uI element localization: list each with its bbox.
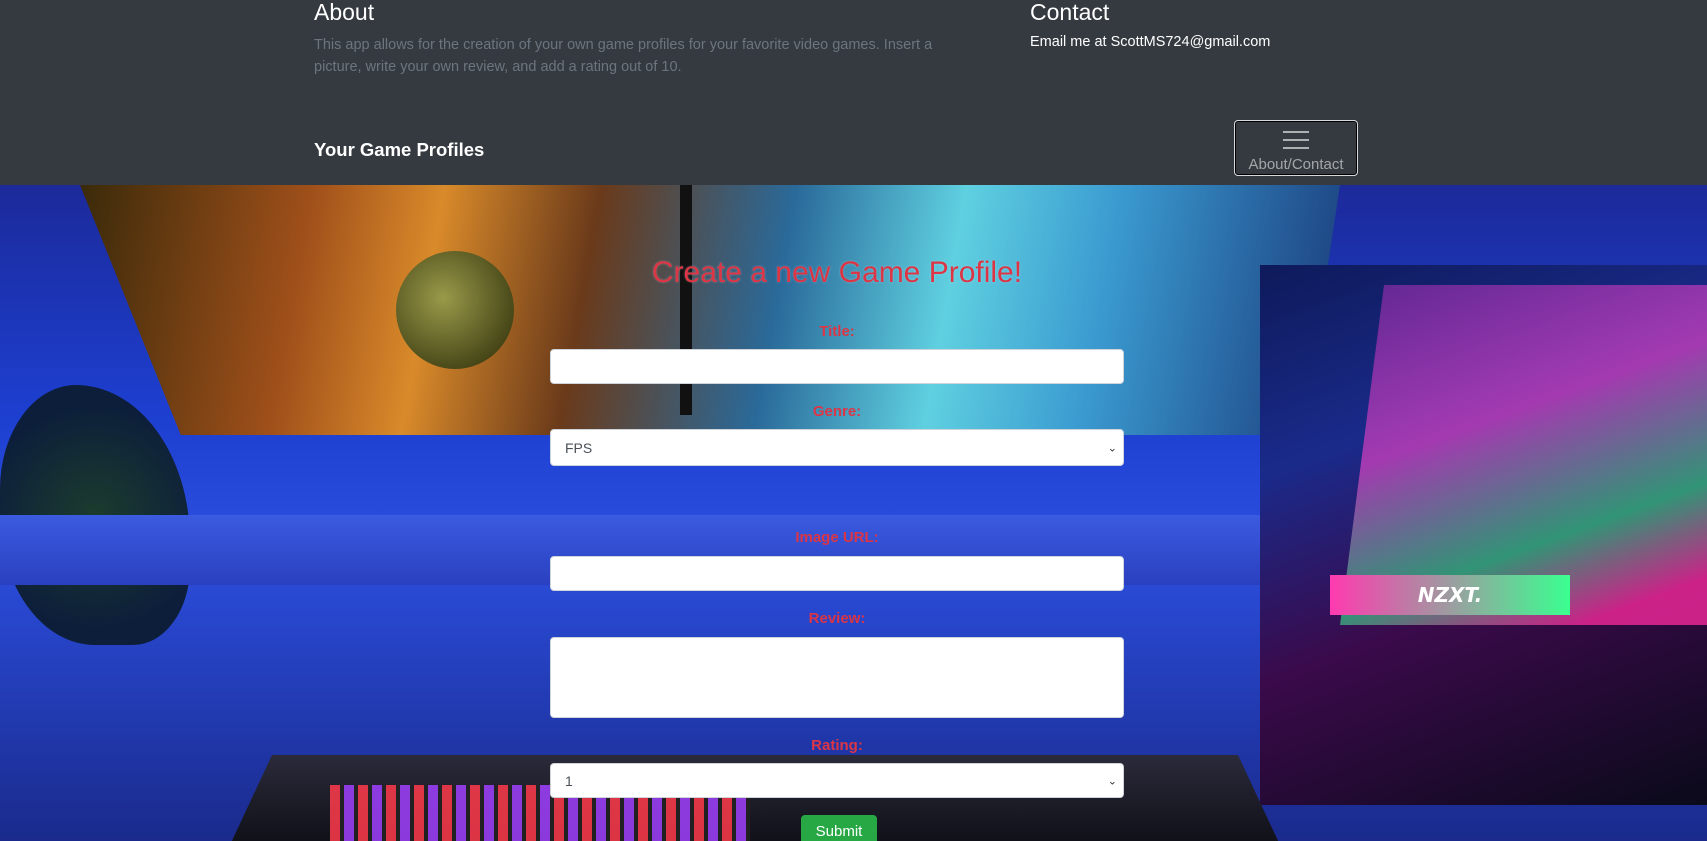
genre-select[interactable]: FPS ⌄ (550, 429, 1124, 466)
genre-selected-value: FPS (565, 439, 593, 456)
about-heading: About (314, 0, 375, 25)
hero-background: NZXT. Create a new Game Profile! Title: … (0, 185, 1707, 841)
form-heading: Create a new Game Profile! (651, 256, 1023, 289)
image-url-label: Image URL: (795, 529, 879, 546)
review-textarea[interactable] (550, 637, 1124, 718)
title-input[interactable] (550, 349, 1124, 384)
genre-label: Genre: (812, 403, 862, 420)
about-text: This app allows for the creation of your… (314, 37, 933, 75)
title-label: Title: (819, 323, 855, 340)
navbar-brand[interactable]: Your Game Profiles (314, 139, 484, 161)
planet-graphic (396, 251, 514, 369)
hamburger-menu-icon (1283, 131, 1309, 155)
rating-select[interactable]: 1 ⌄ (550, 763, 1124, 798)
contact-email: Email me at ScottMS724@gmail.com (1030, 34, 1271, 50)
rating-selected-value: 1 (565, 772, 573, 789)
rating-label: Rating: (811, 737, 863, 754)
submit-button[interactable]: Submit (801, 815, 877, 841)
pc-case-glow-graphic (1340, 285, 1707, 625)
toggle-label: About/Contact (1248, 156, 1344, 173)
contact-section: Contact Email me at ScottMS724@gmail.com (1030, 0, 1270, 50)
top-collapse-panel: About This app allows for the creation o… (0, 0, 1707, 185)
image-url-input[interactable] (550, 556, 1124, 591)
chevron-down-icon: ⌄ (1107, 775, 1117, 787)
review-label: Review: (808, 610, 866, 627)
monitor-graphic (80, 185, 1340, 435)
contact-heading: Contact (1030, 0, 1110, 25)
about-contact-toggle-button[interactable]: About/Contact (1234, 120, 1358, 176)
about-section: About This app allows for the creation o… (314, 0, 934, 78)
pc-case-logo: NZXT. (1330, 575, 1570, 615)
chevron-down-icon: ⌄ (1107, 442, 1117, 454)
